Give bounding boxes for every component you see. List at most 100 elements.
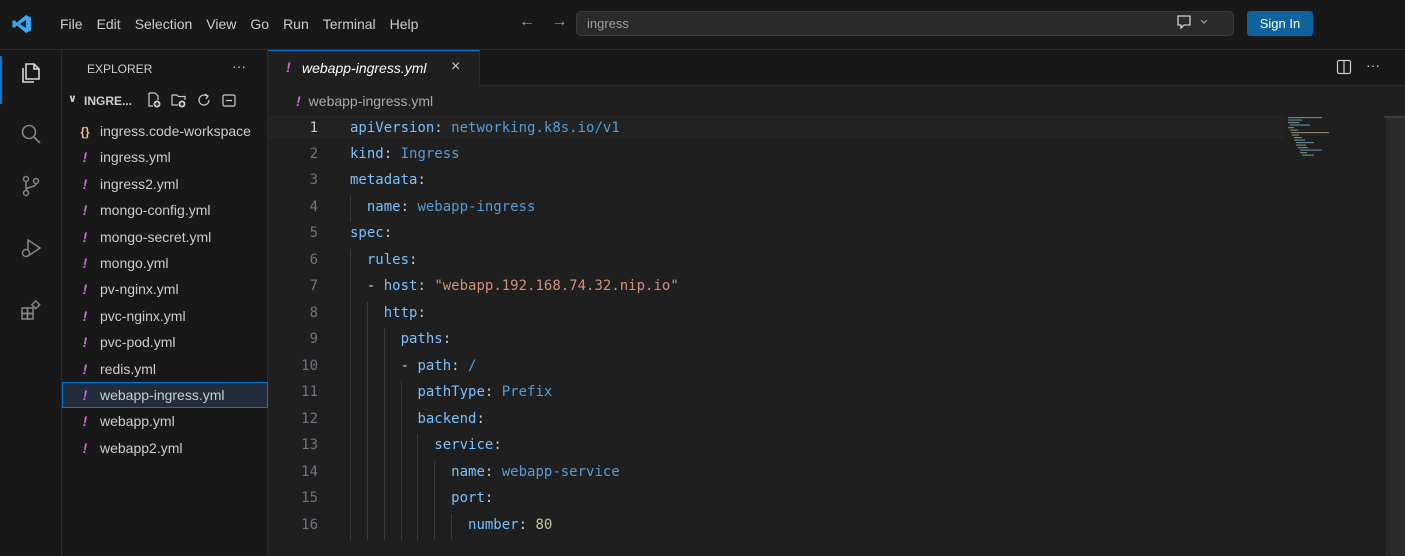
file-name: mongo.yml bbox=[100, 254, 169, 271]
refresh-icon[interactable] bbox=[196, 91, 212, 109]
line-number: 11 bbox=[301, 384, 318, 400]
code-line[interactable]: 16 number: 80 bbox=[268, 514, 1285, 536]
tab-webapp-ingress[interactable]: ! webapp-ingress.yml × bbox=[268, 50, 480, 86]
code-text: rules: bbox=[366, 251, 418, 268]
code-line[interactable]: 7 - host: "webapp.192.168.74.32.nip.io" bbox=[268, 275, 1285, 297]
sign-in-button[interactable]: Sign In bbox=[1247, 11, 1313, 36]
file-list: {} ingress.code-workspace! ingress.yml ! ing… bbox=[62, 118, 268, 461]
code-text: port: bbox=[451, 490, 494, 506]
menu-go[interactable]: Go bbox=[250, 16, 269, 32]
scrollbar-thumb[interactable] bbox=[1386, 118, 1405, 556]
file-item[interactable]: ! pv-nginx.yml bbox=[62, 276, 268, 302]
search-icon[interactable] bbox=[19, 122, 43, 146]
file-item[interactable]: ! pvc-pod.yml bbox=[62, 329, 268, 355]
code-line[interactable]: 5 spec: bbox=[268, 222, 1285, 244]
menu-run[interactable]: Run bbox=[283, 16, 309, 32]
code-text: name: webapp-ingress bbox=[366, 198, 536, 215]
code-line[interactable]: 13 service: bbox=[268, 434, 1285, 456]
file-item[interactable]: ! webapp-ingress.yml bbox=[62, 381, 268, 409]
yaml-file-icon: ! bbox=[82, 149, 88, 166]
menu-selection[interactable]: Selection bbox=[135, 16, 193, 32]
file-item[interactable]: ! webapp2.yml bbox=[62, 435, 268, 461]
code-text: name: webapp-service bbox=[451, 463, 620, 480]
copilot-icon[interactable] bbox=[1176, 13, 1210, 34]
file-item[interactable]: ! mongo-config.yml bbox=[62, 197, 268, 223]
yaml-file-icon: ! bbox=[296, 93, 301, 109]
nav-back-forward-icon[interactable]: ← → bbox=[519, 13, 573, 31]
yaml-file-icon: ! bbox=[82, 360, 88, 377]
file-item[interactable]: ! ingress.yml bbox=[62, 144, 268, 170]
yaml-file-icon: ! bbox=[82, 175, 88, 192]
overview-ruler bbox=[1384, 116, 1405, 118]
line-number: 4 bbox=[309, 198, 318, 215]
yaml-key: metadata bbox=[350, 172, 418, 188]
yaml-key: port bbox=[451, 490, 485, 506]
menu-edit[interactable]: Edit bbox=[97, 16, 121, 32]
collapse-all-icon[interactable] bbox=[221, 91, 237, 109]
yaml-key: paths bbox=[400, 331, 443, 347]
menu-help[interactable]: Help bbox=[390, 16, 419, 32]
extensions-icon[interactable] bbox=[19, 298, 43, 322]
code-line[interactable]: 10 - path: / bbox=[268, 355, 1285, 377]
workspace-folder[interactable]: ∨ INGRE... bbox=[66, 90, 266, 112]
file-item[interactable]: ! pvc-nginx.yml bbox=[62, 303, 268, 329]
yaml-file-icon: ! bbox=[82, 439, 88, 456]
line-number: 15 bbox=[301, 490, 318, 506]
code-line[interactable]: 9 paths: bbox=[268, 328, 1285, 350]
yaml-key: number bbox=[468, 516, 519, 533]
close-icon[interactable]: × bbox=[451, 58, 460, 76]
line-number: 12 bbox=[301, 410, 318, 427]
source-control-icon[interactable] bbox=[19, 174, 43, 198]
code-line[interactable]: 1 apiVersion: networking.k8s.io/v1 bbox=[268, 116, 1285, 138]
file-name: ingress.yml bbox=[100, 149, 171, 166]
file-item[interactable]: {} ingress.code-workspace bbox=[62, 118, 268, 144]
new-folder-icon[interactable] bbox=[171, 91, 187, 109]
code-text: apiVersion: networking.k8s.io/v1 bbox=[350, 120, 620, 136]
editor-more-icon[interactable]: ··· bbox=[1366, 57, 1380, 73]
code-line[interactable]: 12 backend: bbox=[268, 408, 1285, 430]
yaml-key: name bbox=[366, 198, 401, 215]
explorer-more-icon[interactable]: ··· bbox=[232, 58, 246, 74]
command-center-search[interactable]: ingress bbox=[576, 11, 1234, 36]
menu-view[interactable]: View bbox=[206, 16, 236, 32]
chevron-down-icon[interactable]: ∨ bbox=[68, 92, 77, 105]
code-line[interactable]: 11 pathType: Prefix bbox=[268, 381, 1285, 403]
line-number: 5 bbox=[309, 225, 318, 241]
line-number: 6 bbox=[309, 251, 318, 268]
yaml-key: http bbox=[383, 304, 418, 321]
split-editor-icon[interactable] bbox=[1336, 59, 1352, 75]
yaml-key: host bbox=[383, 278, 418, 294]
breadcrumb[interactable]: ! webapp-ingress.yml bbox=[296, 93, 433, 109]
tab-label: webapp-ingress.yml bbox=[302, 60, 427, 76]
file-item[interactable]: ! mongo-secret.yml bbox=[62, 224, 268, 250]
file-name: redis.yml bbox=[100, 360, 157, 377]
yaml-value: networking.k8s.io/v1 bbox=[451, 120, 620, 136]
run-debug-icon[interactable] bbox=[19, 236, 43, 260]
code-text: kind: Ingress bbox=[350, 145, 460, 162]
code-line[interactable]: 15 port: bbox=[268, 487, 1285, 509]
file-name: webapp-ingress.yml bbox=[100, 386, 225, 403]
menu-terminal[interactable]: Terminal bbox=[323, 16, 376, 32]
file-item[interactable]: ! webapp.yml bbox=[62, 408, 268, 434]
file-item[interactable]: ! ingress2.yml bbox=[62, 171, 268, 197]
json-file-icon: {} bbox=[80, 125, 90, 139]
file-item[interactable]: ! mongo.yml bbox=[62, 250, 268, 276]
code-line[interactable]: 6 rules: bbox=[268, 249, 1285, 271]
indent-guide bbox=[417, 434, 419, 540]
minimap[interactable] bbox=[1288, 116, 1336, 156]
code-editor[interactable]: 1 apiVersion: networking.k8s.io/v1 2 kind: … bbox=[268, 116, 1405, 556]
code-line[interactable]: 2 kind: Ingress bbox=[268, 143, 1285, 165]
line-number: 8 bbox=[309, 304, 318, 321]
file-item[interactable]: ! redis.yml bbox=[62, 356, 268, 382]
yaml-file-icon: ! bbox=[82, 307, 88, 324]
code-line[interactable]: 3 metadata: bbox=[268, 169, 1285, 191]
breadcrumb-file[interactable]: webapp-ingress.yml bbox=[309, 93, 434, 109]
yaml-value: Prefix bbox=[501, 384, 553, 400]
menu-file[interactable]: File bbox=[60, 16, 83, 32]
code-line[interactable]: 4 name: webapp-ingress bbox=[268, 196, 1285, 218]
explorer-icon[interactable] bbox=[19, 61, 43, 85]
code-line[interactable]: 14 name: webapp-service bbox=[268, 461, 1285, 483]
menu-bar: File Edit Selection View Go Run Terminal… bbox=[60, 16, 432, 32]
code-line[interactable]: 8 http: bbox=[268, 302, 1285, 324]
new-file-icon[interactable] bbox=[146, 91, 162, 109]
